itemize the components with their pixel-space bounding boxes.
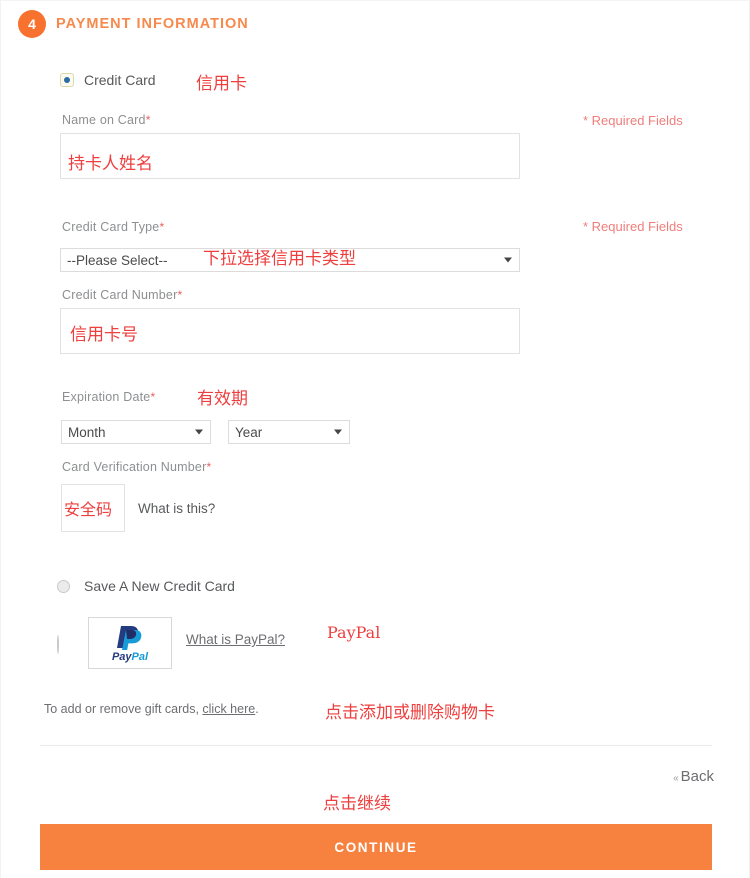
credit-card-label: Credit Card <box>84 72 156 88</box>
required-star: * <box>150 390 156 404</box>
page-title: PAYMENT INFORMATION <box>56 16 249 32</box>
payment-option-save-new-card[interactable]: Save A New Credit Card <box>57 578 235 594</box>
credit-card-type-label-text: Credit Card Type <box>62 220 160 234</box>
required-fields-note-1: * Required Fields <box>583 113 683 128</box>
card-verification-number-label: Card Verification Number* <box>62 460 211 474</box>
chevron-down-icon <box>195 429 203 435</box>
annotation-credit-card: 信用卡 <box>196 74 247 94</box>
gift-cards-note: To add or remove gift cards, click here. <box>44 702 259 716</box>
expiration-month-value: Month <box>68 424 106 440</box>
required-star: * <box>177 288 183 302</box>
paypal-p-icon <box>117 625 142 650</box>
back-link[interactable]: «Back <box>673 768 714 785</box>
section-header: 4 PAYMENT INFORMATION <box>18 10 249 38</box>
credit-card-number-label: Credit Card Number* <box>62 288 182 302</box>
annotation-continue: 点击继续 <box>323 794 391 814</box>
expiration-date-label-text: Expiration Date <box>62 390 151 404</box>
required-star: * <box>159 220 165 234</box>
gift-cards-text-before: To add or remove gift cards, <box>44 702 203 716</box>
paypal-wordmark: PayPal <box>112 651 148 663</box>
credit-card-type-selected-value: --Please Select-- <box>67 252 168 268</box>
required-star: * <box>145 113 151 127</box>
name-on-card-input[interactable] <box>60 133 520 179</box>
paypal-logo: PayPal <box>88 617 172 669</box>
expiration-year-select[interactable]: Year <box>228 420 350 444</box>
annotation-paypal: PayPal <box>327 623 381 642</box>
save-new-card-label: Save A New Credit Card <box>84 578 235 594</box>
annotation-gift-card: 点击添加或删除购物卡 <box>325 703 495 723</box>
card-verification-number-input[interactable] <box>61 484 125 532</box>
continue-button[interactable]: CONTINUE <box>40 824 712 870</box>
credit-card-radio[interactable] <box>60 73 74 87</box>
credit-card-type-label: Credit Card Type* <box>62 220 164 234</box>
chevron-down-icon <box>334 429 342 435</box>
step-number-badge: 4 <box>18 10 46 38</box>
gift-cards-click-here-link[interactable]: click here <box>202 702 255 716</box>
paypal-radio[interactable] <box>57 635 59 654</box>
required-fields-note-2: * Required Fields <box>583 219 683 234</box>
expiration-year-value: Year <box>235 424 263 440</box>
page-frame-left <box>0 0 1 878</box>
payment-option-credit-card[interactable]: Credit Card <box>60 72 156 88</box>
expiration-month-select[interactable]: Month <box>61 420 211 444</box>
what-is-paypal-link[interactable]: What is PayPal? <box>186 632 285 647</box>
chevron-left-icon: « <box>673 773 679 784</box>
back-link-label: Back <box>680 768 714 785</box>
cvv-what-is-this-link[interactable]: What is this? <box>138 501 215 516</box>
payment-information-page: 4 PAYMENT INFORMATION Credit Card 信用卡 Na… <box>0 0 750 878</box>
annotation-expiration: 有效期 <box>197 389 248 409</box>
credit-card-number-input[interactable] <box>60 308 520 354</box>
section-divider <box>40 745 712 746</box>
credit-card-number-label-text: Credit Card Number <box>62 288 178 302</box>
paypal-wordmark-pal: Pal <box>131 650 149 663</box>
expiration-date-label: Expiration Date* <box>62 390 155 404</box>
gift-cards-text-after: . <box>255 702 259 716</box>
chevron-down-icon <box>504 257 512 263</box>
save-new-card-radio[interactable] <box>57 579 70 593</box>
required-star: * <box>206 460 212 474</box>
name-on-card-label-text: Name on Card <box>62 113 146 127</box>
paypal-radio-wrapper[interactable] <box>57 635 59 654</box>
cvv-label-text: Card Verification Number <box>62 460 207 474</box>
credit-card-type-select[interactable]: --Please Select-- <box>60 248 520 272</box>
radio-selected-dot <box>64 77 70 83</box>
page-frame-top <box>0 0 750 1</box>
name-on-card-label: Name on Card* <box>62 113 151 127</box>
paypal-wordmark-pay: Pay <box>111 650 132 663</box>
